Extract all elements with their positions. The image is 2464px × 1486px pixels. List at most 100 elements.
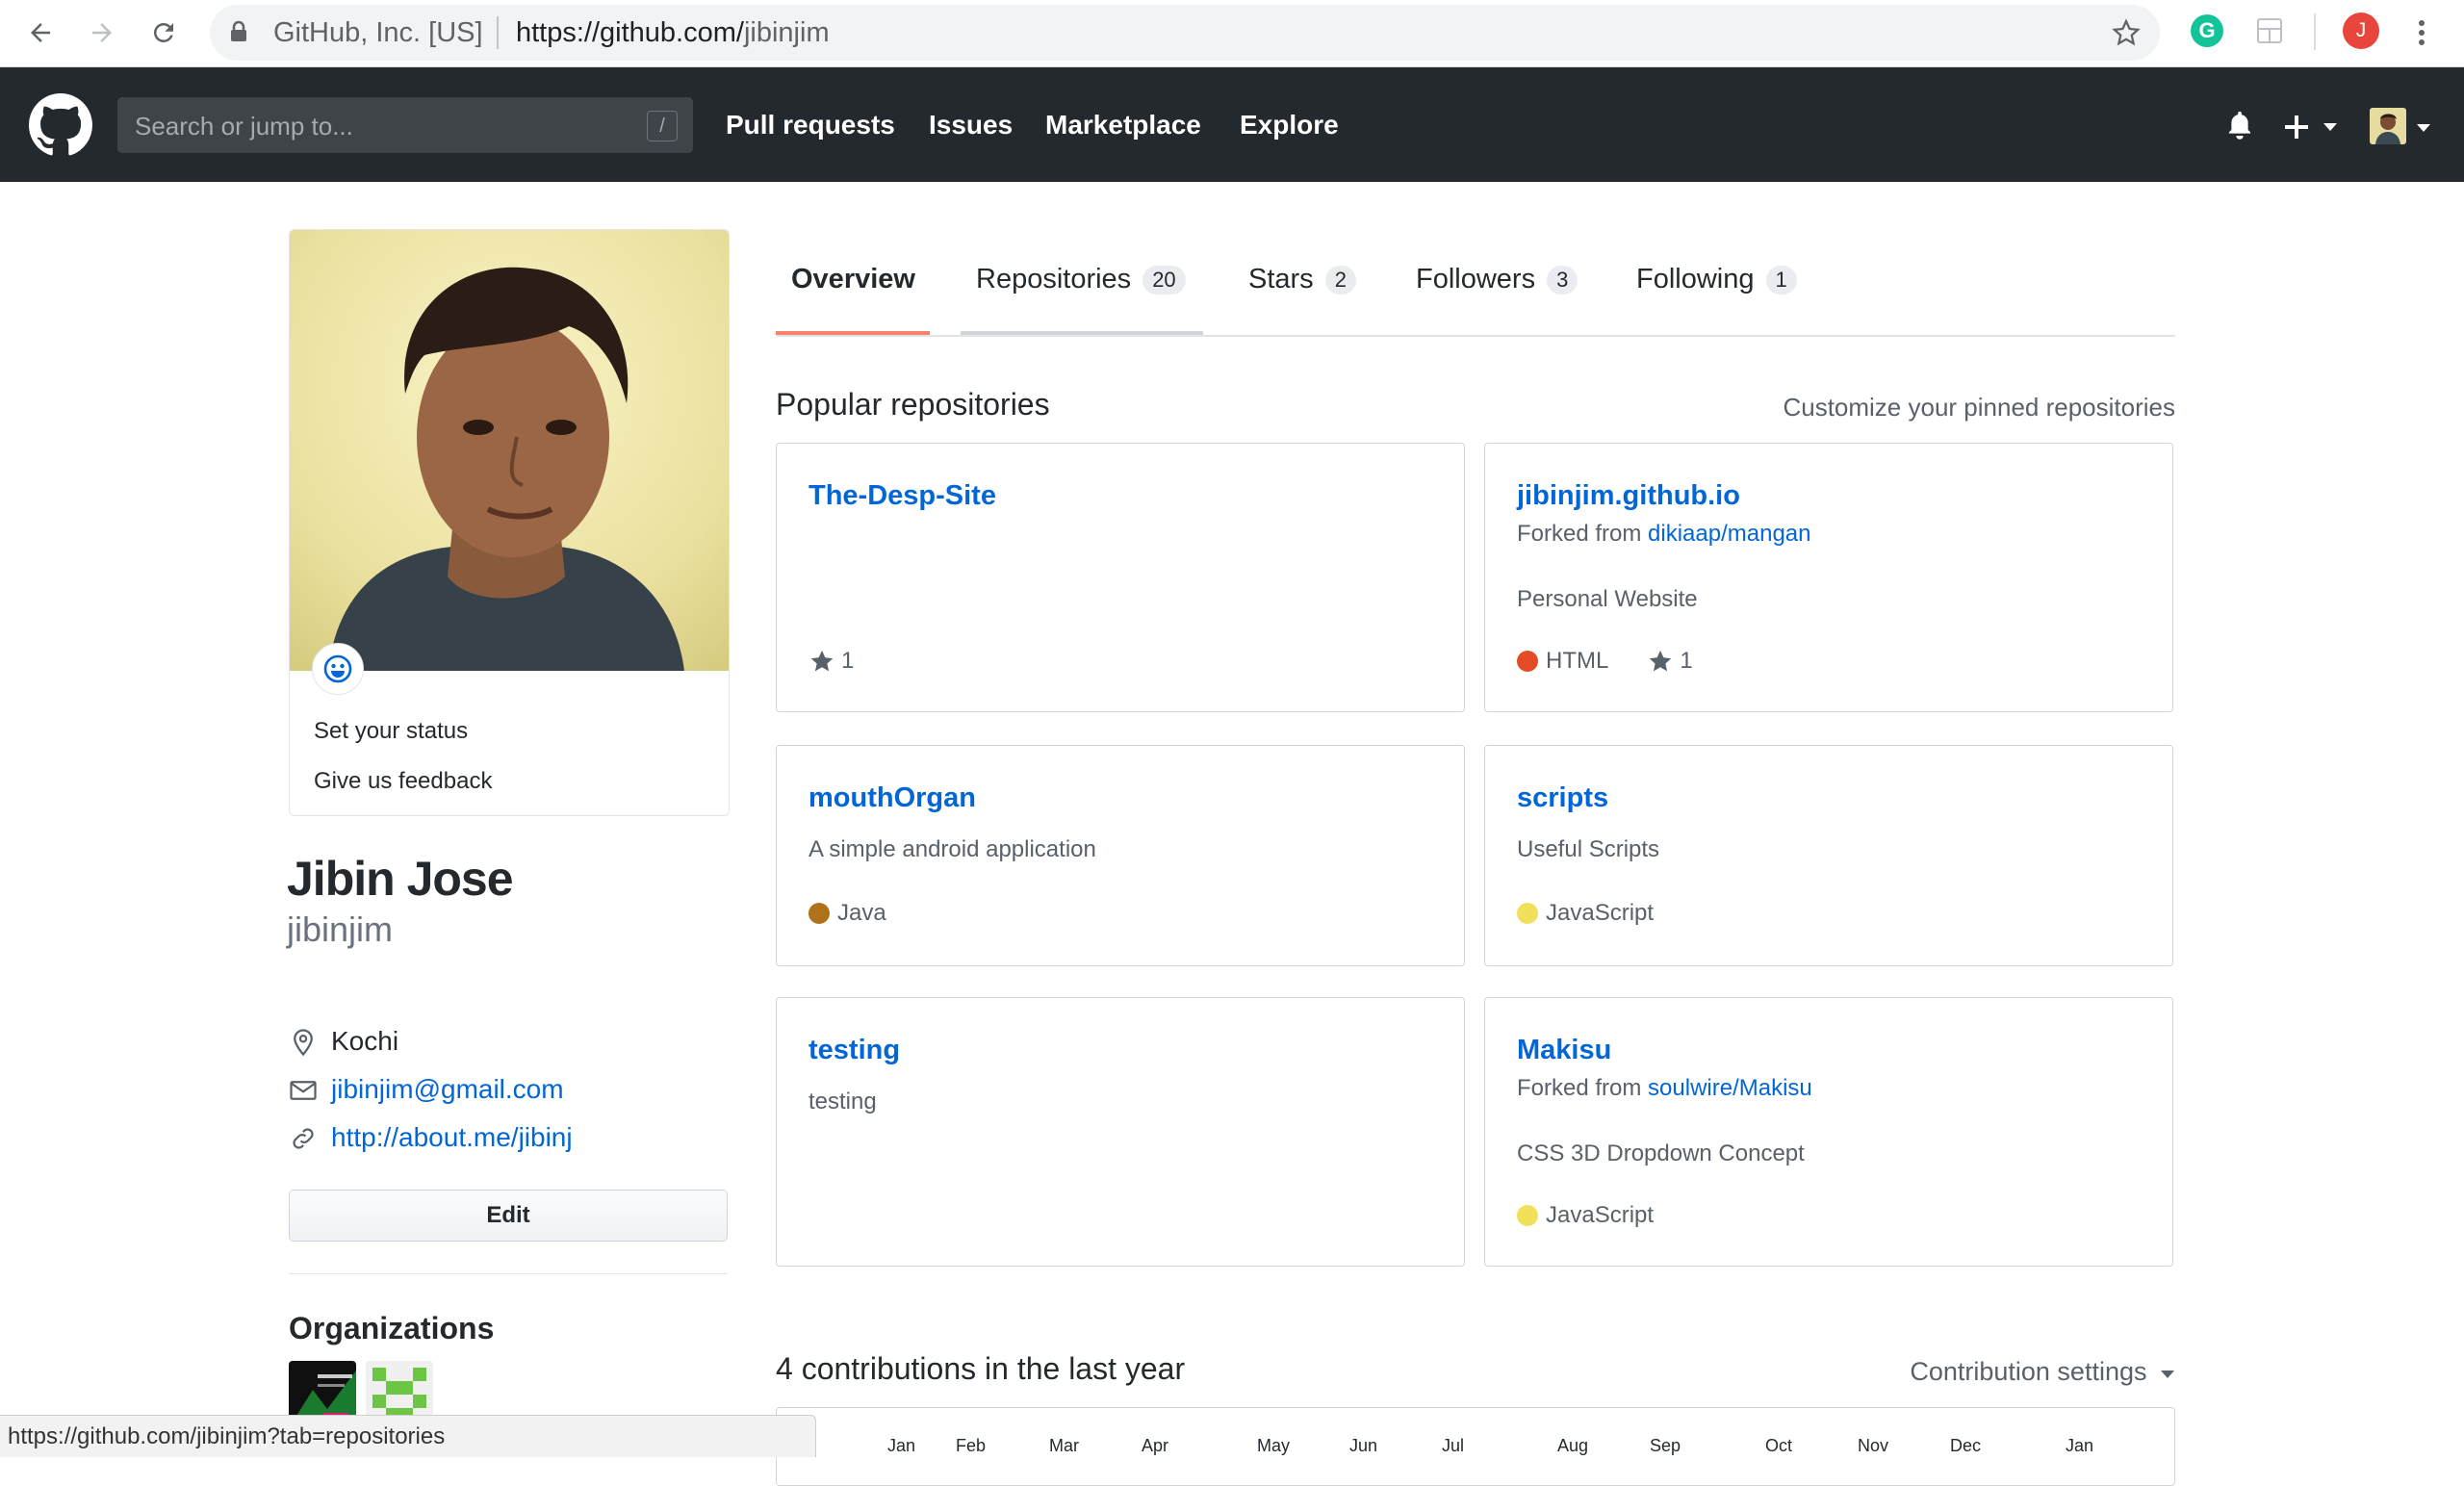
repo-description: A simple android application xyxy=(808,836,1096,862)
extension-layout-icon[interactable] xyxy=(2256,17,2283,49)
month-label: Feb xyxy=(956,1436,987,1455)
repo-stars[interactable]: 1 xyxy=(808,648,854,675)
repo-name-link[interactable]: Makisu xyxy=(1517,1035,1611,1066)
lock-icon xyxy=(229,20,248,48)
search-shortcut-key: / xyxy=(647,111,678,141)
repositories-count-badge: 20 xyxy=(1142,265,1186,295)
repo-star-count[interactable]: 1 xyxy=(1680,648,1692,675)
month-label: Dec xyxy=(1950,1436,1982,1455)
repo-language: HTML xyxy=(1546,648,1609,674)
forked-from-link[interactable]: soulwire/Makisu xyxy=(1648,1075,1812,1101)
following-count-badge: 1 xyxy=(1765,265,1797,295)
followers-count-badge: 3 xyxy=(1547,265,1578,295)
repo-card: scripts Useful Scripts JavaScript xyxy=(1484,745,2173,966)
repo-meta: Java xyxy=(808,900,886,927)
reload-icon[interactable] xyxy=(144,13,183,52)
repo-language: JavaScript xyxy=(1546,900,1655,926)
site-identity: GitHub, Inc. [US] xyxy=(273,17,483,48)
repo-description: Useful Scripts xyxy=(1517,836,1660,862)
link-status-bubble: https://github.com/jibinjim?tab=reposito… xyxy=(0,1415,816,1457)
tab-overview[interactable]: Overview xyxy=(791,264,915,295)
star-icon[interactable] xyxy=(1647,648,1674,675)
chevron-down-icon xyxy=(2161,1371,2174,1378)
back-arrow-icon[interactable] xyxy=(21,13,60,52)
popular-repositories-heading: Popular repositories xyxy=(776,387,1050,422)
browser-menu-icon[interactable] xyxy=(2410,15,2433,55)
repo-name-link[interactable]: The-Desp-Site xyxy=(808,480,996,512)
repo-language: Java xyxy=(837,900,886,926)
set-your-status-link[interactable]: Set your status xyxy=(314,718,468,745)
month-label: Jan xyxy=(2066,1436,2094,1455)
month-label: Sep xyxy=(1650,1436,1681,1455)
repo-meta: JavaScript xyxy=(1517,1202,1654,1229)
forward-arrow-icon[interactable] xyxy=(83,13,121,52)
tab-overview-active-underline xyxy=(776,331,930,335)
location-pin-icon xyxy=(289,1028,318,1057)
create-new-plus-icon[interactable] xyxy=(2285,114,2345,145)
nav-marketplace[interactable]: Marketplace xyxy=(1045,110,1201,141)
repo-card: Makisu Forked from soulwire/Makisu CSS 3… xyxy=(1484,997,2173,1267)
profile-fullname: Jibin Jose xyxy=(287,852,514,906)
month-label: Nov xyxy=(1858,1436,1889,1455)
language-color-dot xyxy=(1517,651,1538,672)
forked-from-line: Forked from soulwire/Makisu xyxy=(1517,1075,1812,1101)
url-text: https://github.com/jibinjim xyxy=(516,17,830,48)
tab-followers[interactable]: Followers 3 xyxy=(1416,264,1578,295)
grammarly-extension-icon[interactable]: G xyxy=(2191,14,2223,47)
tab-following[interactable]: Following 1 xyxy=(1636,264,1797,295)
github-header: / Pull requests Issues Marketplace Explo… xyxy=(0,67,2464,182)
user-menu-caret-icon[interactable] xyxy=(2416,121,2431,139)
profile-email-link[interactable]: jibinjim@gmail.com xyxy=(331,1074,564,1105)
repo-name-link[interactable]: mouthOrgan xyxy=(808,782,976,814)
month-label: Mar xyxy=(1049,1436,1079,1455)
github-logo-icon[interactable] xyxy=(29,93,92,162)
month-label: Jul xyxy=(1442,1436,1465,1455)
repo-card: testing testing xyxy=(776,997,1465,1267)
repo-meta: HTML 1 xyxy=(1517,648,1693,675)
month-label: Jan xyxy=(887,1436,916,1455)
contribution-settings-dropdown[interactable]: Contribution settings xyxy=(1910,1357,2175,1387)
tab-stars[interactable]: Stars 2 xyxy=(1248,264,1356,295)
github-search: / xyxy=(117,97,693,155)
repo-card: jibinjim.github.io Forked from dikiaap/m… xyxy=(1484,443,2173,712)
tab-repositories-hover-underline xyxy=(961,331,1203,335)
mail-icon xyxy=(289,1076,318,1105)
set-status-emoji-button[interactable] xyxy=(312,643,364,695)
forked-from-line: Forked from dikiaap/mangan xyxy=(1517,521,1811,547)
profile-photo[interactable] xyxy=(290,230,729,671)
toolbar-divider xyxy=(2314,13,2316,50)
link-chain-icon xyxy=(289,1124,318,1153)
address-bar[interactable]: GitHub, Inc. [US] https://github.com/jib… xyxy=(210,5,2160,61)
tab-repositories[interactable]: Repositories 20 xyxy=(976,264,1186,295)
repo-language: JavaScript xyxy=(1546,1202,1655,1228)
repo-card: mouthOrgan A simple android application … xyxy=(776,745,1465,966)
user-avatar-small[interactable] xyxy=(2370,108,2406,144)
give-feedback-link[interactable]: Give us feedback xyxy=(314,768,492,795)
repo-card: The-Desp-Site 1 xyxy=(776,443,1465,712)
nav-explore[interactable]: Explore xyxy=(1240,110,1339,141)
profile-username: jibinjim xyxy=(287,910,394,949)
nav-pull-requests[interactable]: Pull requests xyxy=(726,110,895,141)
browser-profile-avatar[interactable]: J xyxy=(2343,13,2379,49)
repo-description: CSS 3D Dropdown Concept xyxy=(1517,1140,1805,1166)
edit-profile-button[interactable]: Edit xyxy=(289,1190,728,1242)
forked-from-link[interactable]: dikiaap/mangan xyxy=(1648,521,1810,547)
month-label: Aug xyxy=(1557,1436,1589,1455)
repo-name-link[interactable]: jibinjim.github.io xyxy=(1517,480,1740,512)
customize-pinned-link[interactable]: Customize your pinned repositories xyxy=(1783,393,2175,423)
contributions-heading: 4 contributions in the last year xyxy=(776,1351,1186,1386)
profile-website-link[interactable]: http://about.me/jibinj xyxy=(331,1122,573,1153)
repo-name-link[interactable]: scripts xyxy=(1517,782,1608,814)
bookmark-star-icon[interactable] xyxy=(2112,18,2141,52)
address-divider xyxy=(497,16,499,49)
notifications-bell-icon[interactable] xyxy=(2225,110,2254,145)
repo-name-link[interactable]: testing xyxy=(808,1035,900,1066)
month-label: Apr xyxy=(1142,1436,1169,1455)
repo-meta: JavaScript xyxy=(1517,900,1654,927)
repo-description: Personal Website xyxy=(1517,586,1698,612)
browser-toolbar: GitHub, Inc. [US] https://github.com/jib… xyxy=(0,0,2464,67)
repo-description: testing xyxy=(808,1089,877,1114)
search-input[interactable] xyxy=(133,97,656,155)
nav-issues[interactable]: Issues xyxy=(929,110,1013,141)
profile-location: Kochi xyxy=(331,1026,399,1056)
